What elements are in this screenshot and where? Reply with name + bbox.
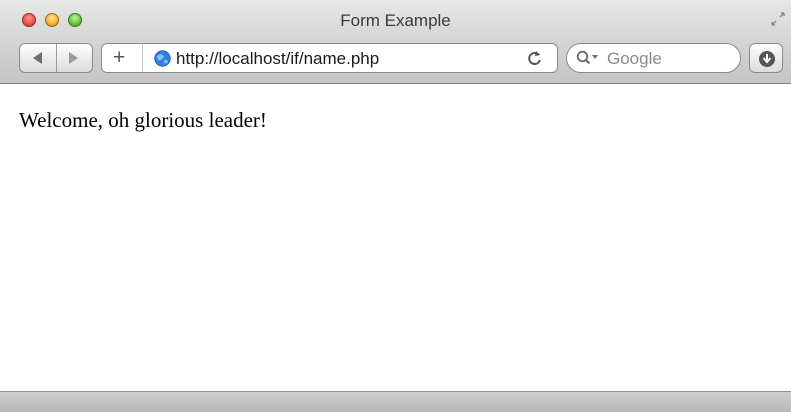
plus-icon: + [113,46,126,69]
globe-icon [154,50,171,67]
address-bar[interactable]: + http://localhost/if/name.php [101,43,558,73]
title-bar: Form Example + http://localhost/if/name.… [0,0,791,84]
back-button[interactable] [20,44,57,72]
downloads-button[interactable] [749,43,783,73]
status-bar [0,391,791,412]
window-title: Form Example [340,11,451,30]
search-placeholder: Google [607,49,662,68]
navigation-buttons [19,43,93,73]
forward-button[interactable] [57,44,93,72]
browser-window: Form Example + http://localhost/if/name.… [0,0,791,412]
add-bookmark-button[interactable]: + [102,44,143,72]
forward-arrow-icon [69,52,78,64]
search-field[interactable]: Google [566,43,741,73]
back-arrow-icon [33,52,42,64]
fullscreen-icon[interactable] [771,12,785,26]
page-content: Welcome, oh glorious leader! [0,84,791,391]
download-icon [759,51,775,67]
welcome-message: Welcome, oh glorious leader! [19,108,267,132]
magnifier-icon[interactable] [576,50,604,66]
url-text[interactable]: http://localhost/if/name.php [176,49,379,69]
reload-icon[interactable] [527,49,543,67]
